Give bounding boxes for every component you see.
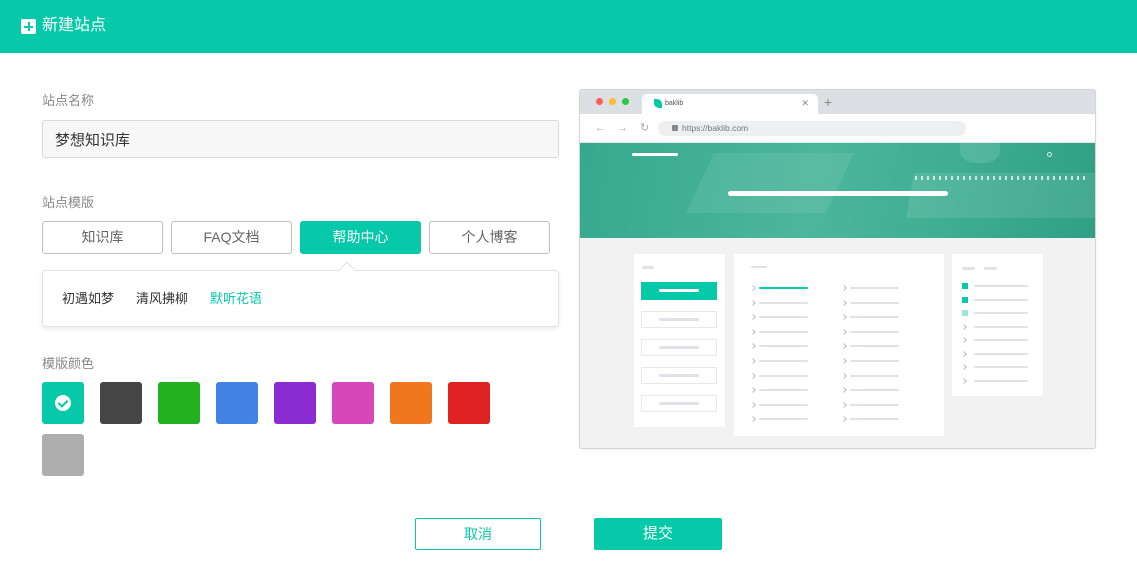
template-help-center-button[interactable]: 帮助中心 xyxy=(300,221,421,254)
preview-nav-placeholder xyxy=(632,153,678,156)
dialog-header: 新建站点 xyxy=(0,0,1137,53)
preview-article-list-card xyxy=(734,254,944,436)
preview-tab-title: baklib xyxy=(665,100,684,107)
template-knowledge-base-button[interactable]: 知识库 xyxy=(42,221,163,254)
color-swatch[interactable] xyxy=(158,382,200,424)
sub-template-option-selected[interactable]: 默听花语 xyxy=(210,291,262,307)
window-minimize-dot xyxy=(609,98,616,105)
color-swatch[interactable] xyxy=(42,434,84,476)
color-swatch[interactable] xyxy=(448,382,490,424)
window-close-dot xyxy=(596,98,603,105)
tab-close-icon: ✕ xyxy=(801,98,809,108)
template-faq-button[interactable]: FAQ文档 xyxy=(171,221,292,254)
preview-address-bar: ← → ↻ https://baklib.com xyxy=(580,114,1095,143)
lock-icon xyxy=(672,125,678,131)
check-icon xyxy=(55,395,71,411)
color-swatch[interactable] xyxy=(274,382,316,424)
plus-square-icon xyxy=(21,19,36,34)
site-template-label: 站点模版 xyxy=(42,195,95,210)
window-maximize-dot xyxy=(622,98,629,105)
preview-toc-card xyxy=(952,254,1043,396)
back-arrow-icon: ← xyxy=(595,122,606,134)
preview-search-icon xyxy=(1047,152,1052,157)
new-tab-icon: + xyxy=(824,94,833,110)
reload-icon: ↻ xyxy=(640,122,650,134)
preview-url: https://baklib.com xyxy=(682,123,749,133)
preview-browser-tab: baklib ✕ xyxy=(642,94,818,114)
forward-arrow-icon: → xyxy=(617,122,628,134)
submit-button[interactable]: 提交 xyxy=(594,518,722,550)
baklib-logo-icon xyxy=(654,99,662,108)
color-swatch[interactable] xyxy=(332,382,374,424)
color-swatch-selected[interactable] xyxy=(42,382,84,424)
template-color-label: 模版颜色 xyxy=(42,356,95,371)
preview-sidebar-card xyxy=(634,254,725,427)
sub-template-option[interactable]: 清风拂柳 xyxy=(136,291,188,307)
color-swatch[interactable] xyxy=(216,382,258,424)
preview-url-field: https://baklib.com xyxy=(658,121,966,136)
sub-template-option[interactable]: 初遇如梦 xyxy=(62,291,114,307)
template-preview: baklib ✕ + ← → ↻ https://baklib.com xyxy=(579,89,1096,449)
cancel-button[interactable]: 取消 xyxy=(415,518,541,550)
preview-hero-title-placeholder xyxy=(728,191,948,196)
template-personal-blog-button[interactable]: 个人博客 xyxy=(429,221,550,254)
site-name-input[interactable] xyxy=(42,120,559,158)
site-name-label: 站点名称 xyxy=(42,93,95,108)
preview-hero-banner xyxy=(580,143,1095,238)
sub-template-panel: 初遇如梦 清风拂柳 默听花语 xyxy=(42,270,559,327)
color-swatch[interactable] xyxy=(390,382,432,424)
preview-tab-bar: baklib ✕ + xyxy=(580,90,1095,114)
color-swatch[interactable] xyxy=(100,382,142,424)
dialog-title: 新建站点 xyxy=(42,17,107,34)
